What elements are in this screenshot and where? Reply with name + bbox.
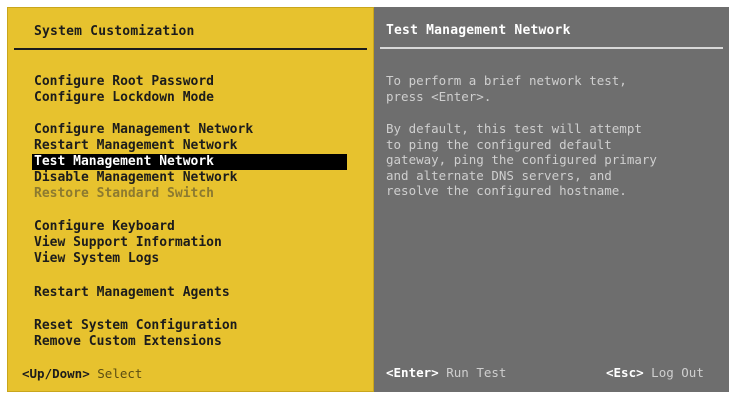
enter-key-label: <Enter>	[386, 365, 439, 380]
menu-item-configure-root-password[interactable]: Configure Root Password	[34, 74, 214, 90]
left-title-divider	[14, 48, 367, 50]
right-title-divider	[380, 47, 723, 49]
select-action-label: Select	[97, 366, 143, 381]
log-out-hint[interactable]: <Esc> Log Out	[606, 365, 704, 380]
menu-item-test-management-network[interactable]: Test Management Network	[32, 154, 347, 170]
menu-item-view-system-logs[interactable]: View System Logs	[34, 251, 159, 267]
dcui-screen: System Customization Configure Root Pass…	[0, 0, 731, 394]
run-test-action-label: Run Test	[446, 365, 507, 380]
test-network-panel: Test Management Network To perform a bri…	[374, 7, 729, 392]
right-panel-title: Test Management Network	[386, 23, 571, 38]
left-panel-title: System Customization	[34, 24, 195, 39]
menu-item-restart-management-network[interactable]: Restart Management Network	[34, 138, 238, 154]
menu-item-view-support-information[interactable]: View Support Information	[34, 235, 222, 251]
system-customization-panel: System Customization Configure Root Pass…	[7, 7, 374, 392]
left-footer-hint: <Up/Down> Select	[22, 366, 142, 381]
menu-item-restore-standard-switch[interactable]: Restore Standard Switch	[34, 186, 214, 202]
run-test-hint[interactable]: <Enter> Run Test	[386, 365, 506, 380]
menu-item-reset-system-configuration[interactable]: Reset System Configuration	[34, 318, 238, 334]
up-down-key-label: <Up/Down>	[22, 366, 90, 381]
log-out-action-label: Log Out	[651, 365, 704, 380]
instruction-text: To perform a brief network test, press <…	[386, 73, 627, 104]
menu-item-remove-custom-extensions[interactable]: Remove Custom Extensions	[34, 334, 222, 350]
menu-item-disable-management-network[interactable]: Disable Management Network	[34, 170, 238, 186]
description-text: By default, this test will attempt to pi…	[386, 121, 657, 198]
menu-item-configure-lockdown-mode[interactable]: Configure Lockdown Mode	[34, 90, 214, 106]
menu-item-configure-management-network[interactable]: Configure Management Network	[34, 122, 253, 138]
menu-item-restart-management-agents[interactable]: Restart Management Agents	[34, 285, 230, 301]
esc-key-label: <Esc>	[606, 365, 644, 380]
menu-item-configure-keyboard[interactable]: Configure Keyboard	[34, 219, 175, 235]
